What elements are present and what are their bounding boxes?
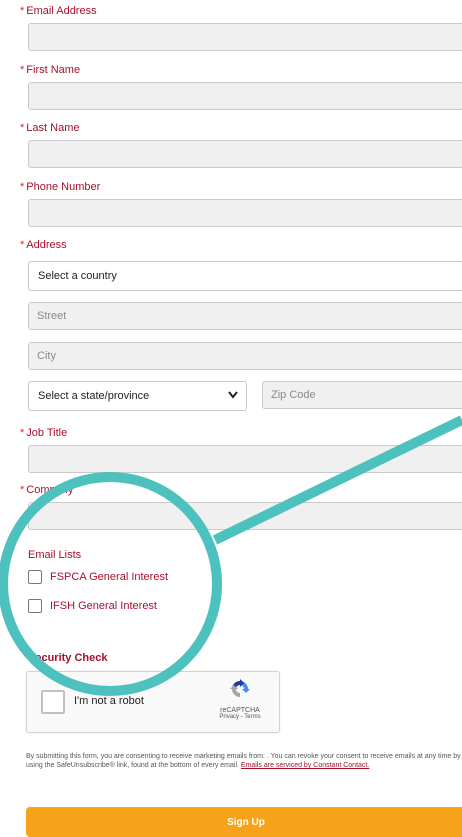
email-label: * Email Address <box>20 5 97 17</box>
job-title-field[interactable] <box>28 445 462 473</box>
consent-text: By submitting this form, you are consent… <box>26 752 462 770</box>
phone-field[interactable] <box>28 199 462 227</box>
street-placeholder: Street <box>37 310 67 322</box>
job-title-label-text: Job Title <box>26 427 68 439</box>
last-name-label-text: Last Name <box>26 122 80 134</box>
address-label: * Address <box>20 239 67 251</box>
recaptcha-links[interactable]: Privacy - Terms <box>211 714 269 720</box>
required-marker: * <box>20 122 25 134</box>
country-select-value: Select a country <box>38 270 117 282</box>
state-select-value: Select a state/province <box>38 390 150 402</box>
required-marker: * <box>20 64 25 76</box>
zip-input[interactable]: Zip Code <box>262 381 462 409</box>
last-name-field[interactable] <box>28 140 462 168</box>
phone-label: * Phone Number <box>20 181 100 193</box>
recaptcha-name: reCAPTCHA <box>220 707 260 714</box>
company-field[interactable] <box>28 502 462 530</box>
list-item[interactable]: FSPCA General Interest <box>28 570 168 584</box>
required-marker: * <box>20 239 25 251</box>
constant-contact-link[interactable]: Emails are serviced by Constant Contact. <box>241 762 369 769</box>
email-label-text: Email Address <box>26 5 97 17</box>
required-marker: * <box>20 181 25 193</box>
phone-label-text: Phone Number <box>26 181 101 193</box>
recaptcha-checkbox[interactable] <box>41 690 65 714</box>
required-marker: * <box>20 484 25 496</box>
checkbox[interactable] <box>28 570 42 584</box>
email-lists-title: Email Lists <box>28 549 82 561</box>
signup-button[interactable]: Sign Up <box>26 807 462 837</box>
recaptcha-widget: I'm not a robot reCAPTCHA Privacy - Term… <box>26 671 280 733</box>
recaptcha-icon <box>230 679 250 697</box>
job-title-label: * Job Title <box>20 427 67 439</box>
street-input[interactable]: Street <box>28 302 462 330</box>
first-name-label: * First Name <box>20 64 80 76</box>
last-name-label: * Last Name <box>20 122 79 134</box>
list-item[interactable]: IFSH General Interest <box>28 599 157 613</box>
state-select[interactable]: Select a state/province <box>28 381 247 411</box>
list-item-label: FSPCA General Interest <box>50 571 168 583</box>
email-field[interactable] <box>28 23 462 51</box>
first-name-label-text: First Name <box>26 64 81 76</box>
security-check-title: Security Check <box>28 652 108 664</box>
recaptcha-brand: reCAPTCHA Privacy - Terms <box>211 678 269 720</box>
chevron-down-icon <box>228 391 238 399</box>
city-placeholder: City <box>37 350 56 362</box>
zip-placeholder: Zip Code <box>271 389 316 401</box>
address-label-text: Address <box>26 239 67 251</box>
first-name-field[interactable] <box>28 82 462 110</box>
city-input[interactable]: City <box>28 342 462 370</box>
country-select[interactable]: Select a country <box>28 261 462 291</box>
company-label: * Company <box>20 484 73 496</box>
required-marker: * <box>20 5 25 17</box>
list-item-label: IFSH General Interest <box>50 600 157 612</box>
recaptcha-text: I'm not a robot <box>74 695 144 707</box>
required-marker: * <box>20 427 25 439</box>
company-label-text: Company <box>26 484 74 496</box>
checkbox[interactable] <box>28 599 42 613</box>
